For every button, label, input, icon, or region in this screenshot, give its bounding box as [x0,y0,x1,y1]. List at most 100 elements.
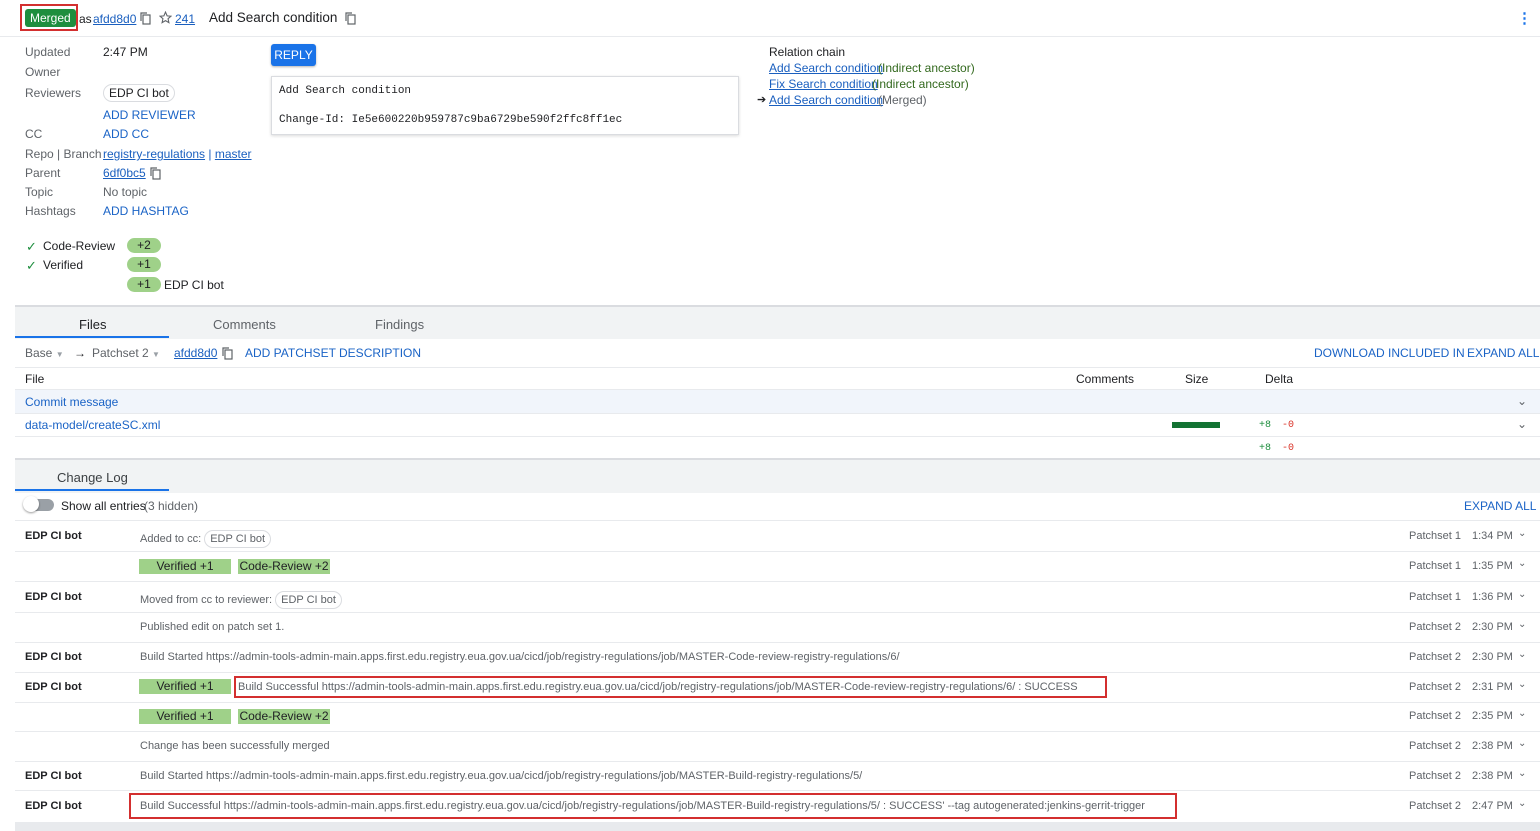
table-row[interactable] [15,390,1540,413]
chevron-down-icon[interactable]: ⌄ [1518,738,1526,749]
chevron-down-icon[interactable]: ⌄ [1518,768,1526,779]
entry-patchset: Patchset 2 [1409,800,1461,812]
divider [15,672,1540,673]
entry-patchset: Patchset 1 [1409,591,1461,603]
add-hashtag-button[interactable]: ADD HASHTAG [103,204,189,218]
commit-message-subject: Add Search condition [279,85,412,97]
repo-link[interactable]: registry-regulations [103,147,205,161]
chevron-down-icon[interactable]: ⌄ [1518,619,1526,630]
copy-title-icon[interactable] [345,12,356,25]
star-icon[interactable] [159,11,172,24]
relation-link[interactable]: Add Search condition [769,61,883,75]
voter-name: EDP CI bot [164,278,224,292]
chevron-down-icon[interactable]: ⌄ [1518,679,1526,690]
entry-time: 1:34 PM [1472,530,1513,542]
verified-vote-detail[interactable]: +1 [127,277,161,292]
download-button[interactable]: DOWNLOAD [1314,346,1385,360]
entry-time: 1:36 PM [1472,591,1513,603]
updated-label: Updated [25,45,71,59]
add-cc-button[interactable]: ADD CC [103,127,149,141]
copy-icon[interactable] [222,347,233,360]
updated-value: 2:47 PM [103,45,148,59]
chevron-down-icon[interactable]: ⌄ [1518,649,1526,660]
chevron-down-icon[interactable]: ⌄ [1518,558,1526,569]
changelog-expand-all-button[interactable]: EXPAND ALL [1464,499,1536,513]
chevron-down-icon[interactable]: ⌄ [1517,394,1527,408]
entry-patchset: Patchset 2 [1409,651,1461,663]
entry-patchset: Patchset 1 [1409,560,1461,572]
relation-link[interactable]: Fix Search condition [769,77,878,91]
user-chip[interactable]: EDP CI bot [275,591,342,609]
commit-link[interactable]: afdd8d0 [93,12,136,26]
hashtags-label: Hashtags [25,204,76,218]
commit-message-change-id: Change-Id: Ie5e600220b959787c9ba6729be59… [279,114,623,126]
entry-author[interactable]: EDP CI bot [25,800,82,812]
add-reviewer-button[interactable]: ADD REVIEWER [103,108,196,122]
chevron-down-icon[interactable]: ⌄ [1518,708,1526,719]
divider [15,551,1540,552]
check-icon: ✓ [26,258,37,273]
overflow-menu-icon[interactable]: ⋮ [1517,9,1532,27]
entry-author[interactable]: EDP CI bot [25,530,82,542]
entry-time: 2:38 PM [1472,740,1513,752]
file-name-link[interactable]: Commit message [25,395,118,409]
check-icon: ✓ [26,239,37,254]
add-patchset-description-button[interactable]: ADD PATCHSET DESCRIPTION [245,346,421,360]
code-review-vote-chip: Code-Review +2 [238,559,330,574]
entry-author[interactable]: EDP CI bot [25,681,82,693]
base-select[interactable]: Base ▼ [25,346,64,360]
reviewer-chip[interactable]: EDP CI bot [103,84,175,102]
entry-time: 2:30 PM [1472,621,1513,633]
entry-time: 2:31 PM [1472,681,1513,693]
branch-link[interactable]: master [215,147,252,161]
entry-author[interactable]: EDP CI bot [25,770,82,782]
chevron-down-icon[interactable]: ⌄ [1517,417,1527,431]
divider [15,413,1540,414]
entry-message: Published edit on patch set 1. [140,621,285,633]
entry-time: 1:35 PM [1472,560,1513,572]
code-review-vote[interactable]: +2 [127,238,161,253]
relation-link-current[interactable]: Add Search condition [769,93,883,107]
code-review-vote-chip: Code-Review +2 [238,709,330,724]
relation-chain-title: Relation chain [769,45,846,59]
patchset-commit-link[interactable]: afdd8d0 [174,346,217,360]
reviewers-label: Reviewers [25,86,82,100]
expand-all-button[interactable]: EXPAND ALL [1467,346,1539,360]
entry-author[interactable]: EDP CI bot [25,651,82,663]
branch-separator: | [208,147,212,161]
tab-files[interactable]: Files [79,317,106,332]
change-number-link[interactable]: 241 [175,12,195,26]
label-verified: Verified [43,258,84,272]
tab-findings[interactable]: Findings [375,317,424,332]
chevron-down-icon[interactable]: ⌄ [1518,798,1526,809]
toggle-knob[interactable] [23,496,39,512]
patchset-select[interactable]: Patchset 2 ▼ [92,346,160,360]
chevron-down-icon[interactable]: ⌄ [1518,528,1526,539]
entry-time: 2:35 PM [1472,710,1513,722]
tab-comments[interactable]: Comments [213,317,276,332]
divider [15,367,1540,368]
file-name-link[interactable]: data-model/createSC.xml [25,418,160,432]
entry-patchset: Patchset 1 [1409,530,1461,542]
copy-icon[interactable] [140,12,151,25]
cc-label: CC [25,127,43,141]
copy-parent-icon[interactable] [150,167,161,180]
divider [15,731,1540,732]
topic-label: Topic [25,185,54,199]
reply-button[interactable]: REPLY [271,44,316,66]
tab-bar: Files Comments Findings [15,305,1540,339]
entry-message: Change has been successfully merged [140,740,330,752]
chevron-down-icon[interactable]: ⌄ [1518,589,1526,600]
parent-link[interactable]: 6df0bc5 [103,166,146,180]
verified-vote[interactable]: +1 [127,257,161,272]
hidden-count: (3 hidden) [144,499,199,513]
as-label: as [79,12,92,26]
relation-note: (Indirect ancestor) [878,61,975,75]
divider [15,642,1540,643]
show-all-label: Show all entries [61,499,146,513]
entry-author[interactable]: EDP CI bot [25,591,82,603]
changelog-title: Change Log [57,470,128,485]
included-in-button[interactable]: INCLUDED IN [1388,346,1465,360]
footer-bar [15,822,1540,831]
user-chip[interactable]: EDP CI bot [204,530,272,548]
